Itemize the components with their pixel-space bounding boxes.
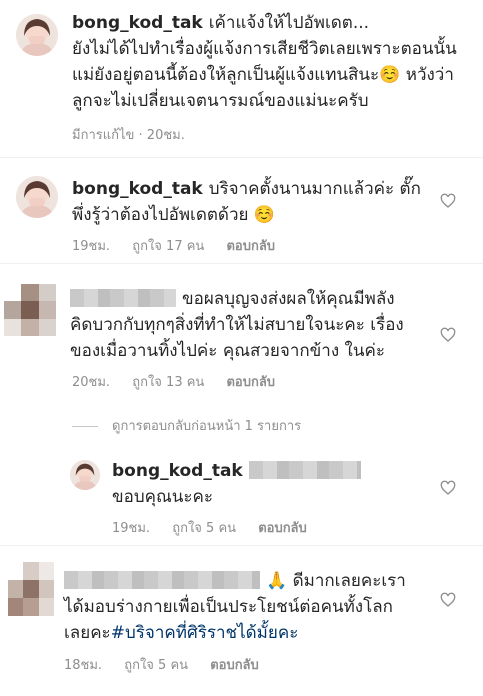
reply-text: bong_kod_tak ขอบคุณนะคะ	[112, 458, 432, 510]
reply-button[interactable]: ตอบกลับ	[226, 239, 275, 254]
avatar[interactable]	[70, 460, 100, 490]
timestamp: 19ชม.	[72, 239, 111, 254]
comment-line: พึ่งรู้ว่าต้องไปอัพเดตด้วย ☺️	[72, 205, 276, 225]
likes-count[interactable]: ถูกใจ 5 คน	[124, 658, 188, 673]
likes-count[interactable]: ถูกใจ 13 คน	[132, 375, 204, 390]
username[interactable]: bong_kod_tak	[72, 179, 203, 199]
divider	[0, 263, 483, 264]
comment-line: เลยคะ	[64, 623, 111, 643]
heart-icon[interactable]	[440, 592, 456, 608]
comment-meta: 20ชม. ถูกใจ 13 คน ตอบกลับ	[72, 371, 293, 392]
reply-meta: 19ชม. ถูกใจ 5 คน ตอบกลับ	[112, 517, 325, 538]
caption-line: ยังไม่ได้ไปทำเรื่องผู้แจ้งการเสียชีวิตเล…	[72, 39, 457, 59]
avatar[interactable]	[16, 14, 58, 56]
likes-count[interactable]: ถูกใจ 5 คน	[172, 521, 236, 536]
timestamp: 20ชม.	[72, 375, 111, 390]
comment-line: ขอผลบุญจงส่งผลให้คุณมีพลัง	[182, 289, 395, 309]
edited-timestamp: มีการแก้ไข · 20ชม.	[72, 128, 185, 143]
reply-item: bong_kod_tak ขอบคุณนะคะ 19ชม. ถูกใจ 5 คน…	[0, 450, 483, 540]
avatar-blurred[interactable]	[8, 562, 54, 616]
comment-meta: 18ชม. ถูกใจ 5 คน ตอบกลับ	[64, 654, 277, 675]
view-previous-label[interactable]: ดูการตอบกลับก่อนหน้า 1 รายการ	[112, 419, 301, 434]
likes-count[interactable]: ถูกใจ 17 คน	[132, 239, 204, 254]
timestamp: 18ชม.	[64, 658, 103, 673]
caption-meta: มีการแก้ไข · 20ชม.	[72, 124, 203, 145]
comment-line: ได้มอบร่างกายเพื่อเป็นประโยชน์ต่อคนทั้งโ…	[64, 597, 393, 617]
redacted-mention[interactable]	[248, 461, 361, 479]
reply-button[interactable]: ตอบกลับ	[210, 658, 259, 673]
divider	[0, 545, 483, 546]
heart-icon[interactable]	[440, 327, 456, 343]
profile-photo-icon	[70, 460, 100, 490]
comment-text: bong_kod_tak บริจาคตั้งนานมากแล้วค่ะ ตั๊ก…	[72, 176, 432, 228]
avatar-blurred[interactable]	[4, 284, 56, 336]
redacted-username[interactable]	[70, 289, 176, 307]
reply-button[interactable]: ตอบกลับ	[226, 375, 275, 390]
reply-line: ขอบคุณนะคะ	[112, 487, 214, 507]
comment-item: ขอผลบุญจงส่งผลให้คุณมีพลัง คิดบวกกับทุกๆ…	[0, 270, 483, 400]
username[interactable]: bong_kod_tak	[72, 13, 203, 33]
caption-block: bong_kod_tak เค้าแจ้งให้ไปอัพเดต... ยังไม…	[0, 0, 483, 150]
caption-text: bong_kod_tak เค้าแจ้งให้ไปอัพเดต... ยังไม…	[72, 10, 472, 114]
caption-line: แม่ยังอยู่ตอนนี้ต้องให้ลูกเป็นผู้แจ้งแทน…	[72, 65, 454, 85]
timestamp: 19ชม.	[112, 521, 151, 536]
comment-meta: 19ชม. ถูกใจ 17 คน ตอบกลับ	[72, 235, 293, 256]
comment-text: ขอผลบุญจงส่งผลให้คุณมีพลัง คิดบวกกับทุกๆ…	[70, 286, 440, 364]
username[interactable]: bong_kod_tak	[112, 461, 243, 481]
hashtag-link[interactable]: #บริจาคที่ศิริราชได้มั้ยคะ	[111, 623, 299, 643]
comment-line: คิดบวกกับทุกๆสิ่งที่ทำให้ไม่สบายใจนะคะ เ…	[70, 315, 404, 335]
avatar[interactable]	[16, 176, 58, 218]
comment-item: bong_kod_tak บริจาคตั้งนานมากแล้วค่ะ ตั๊ก…	[0, 160, 483, 260]
redacted-username[interactable]	[64, 571, 260, 589]
view-previous-replies[interactable]: ดูการตอบกลับก่อนหน้า 1 รายการ	[72, 415, 301, 436]
comment-item: 🙏 ดีมากเลยคะเรา ได้มอบร่างกายเพื่อเป็นปร…	[0, 550, 483, 696]
comment-text: 🙏 ดีมากเลยคะเรา ได้มอบร่างกายเพื่อเป็นปร…	[64, 568, 444, 646]
heart-icon[interactable]	[440, 193, 456, 209]
caption-line: เค้าแจ้งให้ไปอัพเดต...	[208, 13, 370, 33]
comment-line: บริจาคตั้งนานมากแล้วค่ะ ตั๊ก	[208, 179, 421, 199]
heart-icon[interactable]	[440, 480, 456, 496]
caption-line: ลูกจะไม่เปลี่ยนเจตนารมณ์ของแม่นะครับ	[72, 91, 369, 111]
divider	[0, 157, 483, 158]
reply-button[interactable]: ตอบกลับ	[258, 521, 307, 536]
divider-dash	[72, 426, 98, 427]
profile-photo-icon	[16, 14, 58, 56]
comment-line: ดีมากเลยคะเรา	[292, 571, 406, 591]
comment-line: ของเมื่อวานทิ้งไปค่ะ คุณสวยจากข้าง ในค่ะ	[70, 341, 385, 361]
praying-hands-icon: 🙏	[266, 571, 288, 591]
profile-photo-icon	[16, 176, 58, 218]
